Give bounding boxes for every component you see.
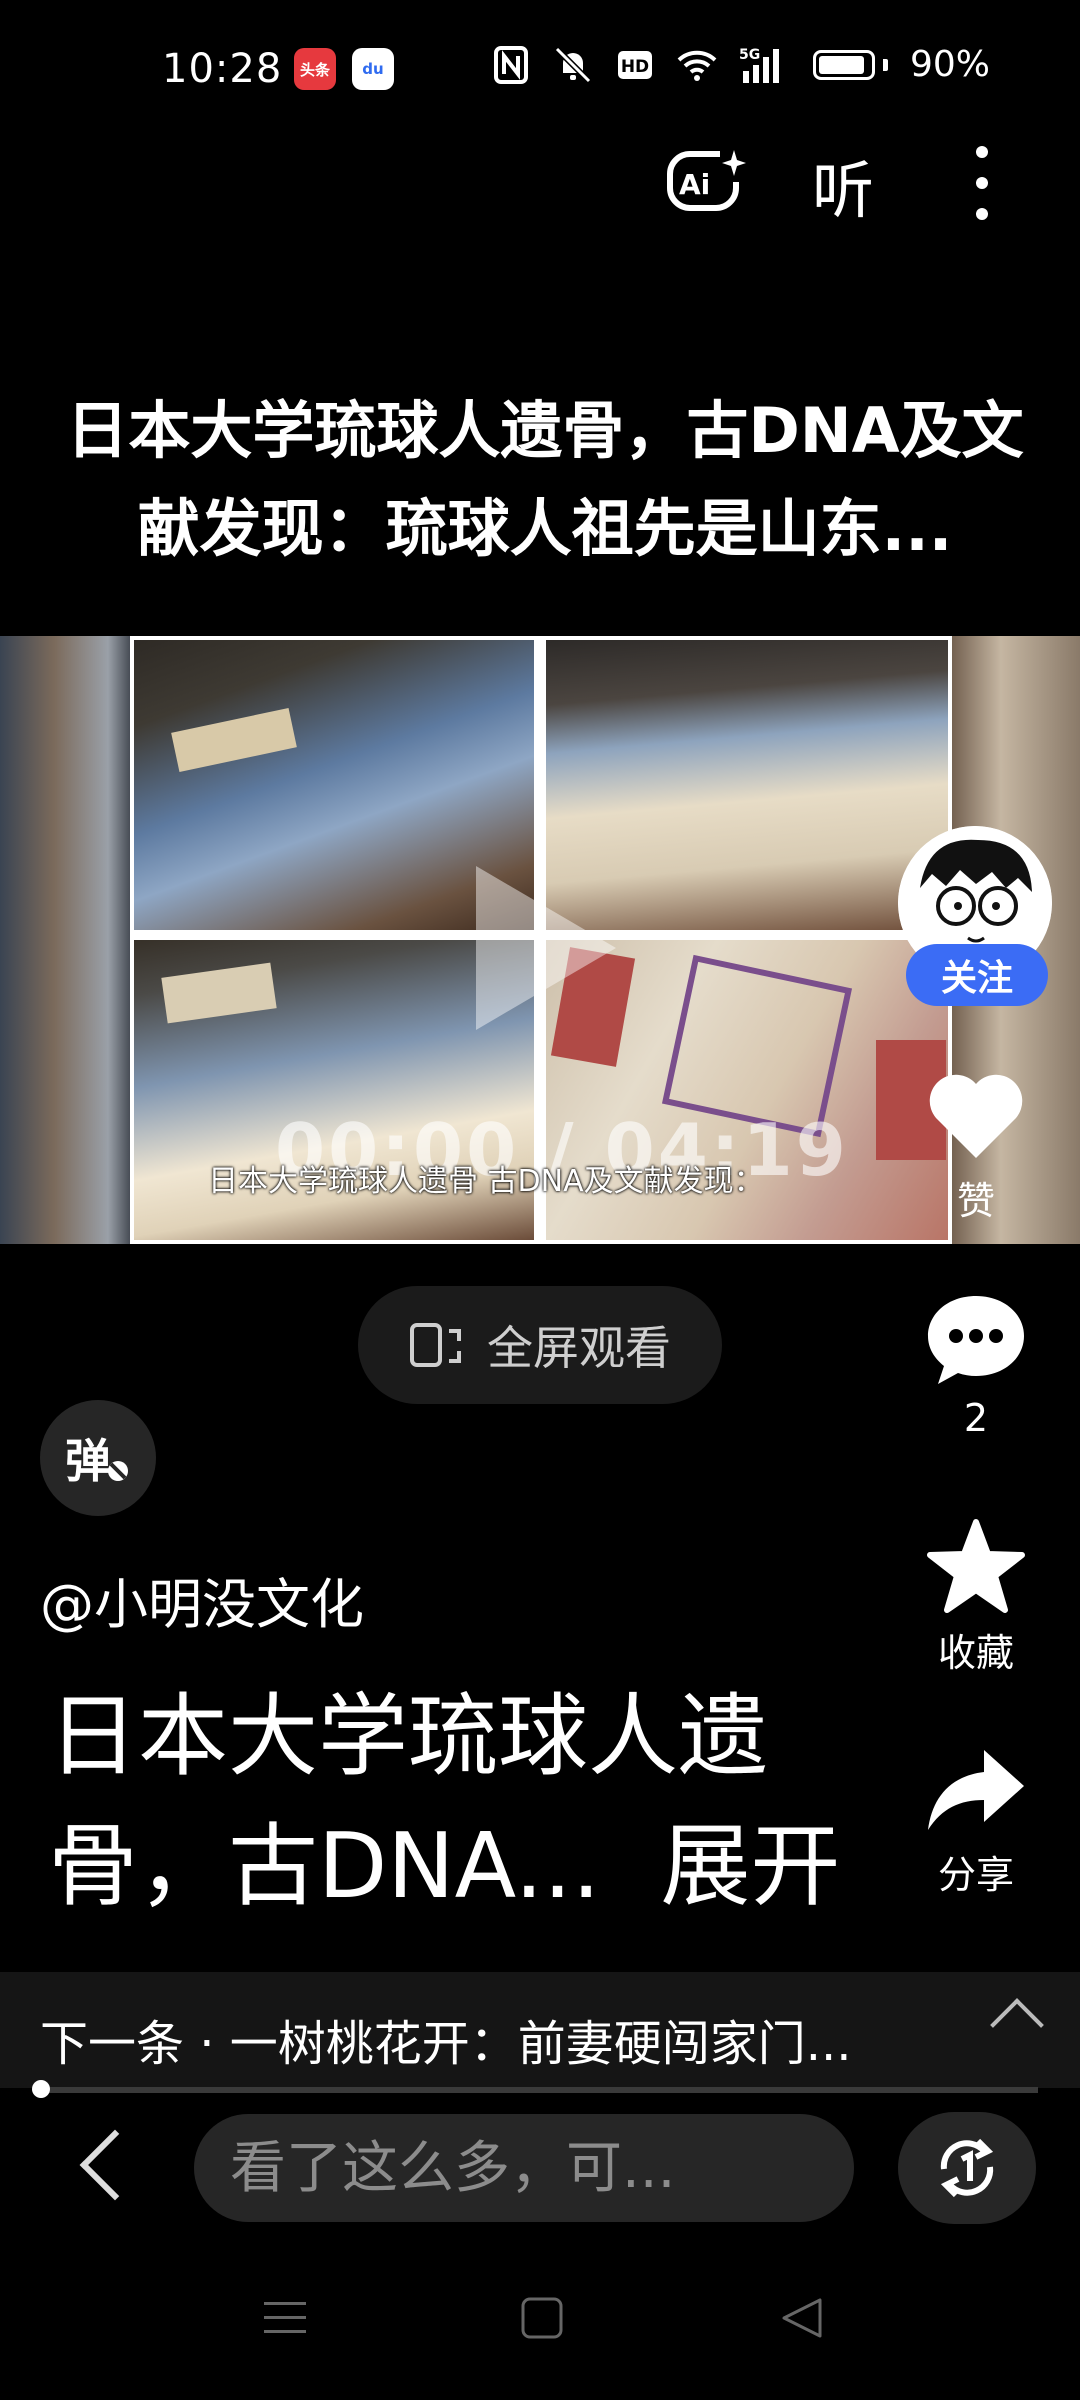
next-video-title: 下一条 · 一树桃花开：前妻硬闯家门... (40, 2016, 852, 2072)
like-label: 赞 (956, 1179, 995, 1223)
comment-button[interactable]: 2 (900, 1292, 1052, 1440)
status-bar: 10:28 头条 du HD 5G 90% (0, 0, 1080, 140)
star-icon (927, 1519, 1025, 1613)
menu-icon[interactable] (262, 2296, 308, 2344)
fullscreen-button[interactable]: 全屏观看 (358, 1286, 722, 1404)
signal-icon: 5G (739, 45, 791, 85)
baidu-app-icon: du (352, 48, 394, 90)
refresh-button[interactable] (898, 2112, 1036, 2224)
chevron-up-icon[interactable] (990, 1998, 1044, 2052)
nfc-icon (491, 45, 531, 85)
progress-handle[interactable] (32, 2080, 50, 2098)
video-subtitle: 日本大学琉球人遗骨 古DNA及文献发现： (208, 1164, 764, 1199)
danmaku-toggle[interactable]: 弹 (40, 1400, 156, 1516)
listen-button[interactable]: 听 (812, 140, 874, 230)
battery-icon (812, 49, 888, 80)
ai-icon: Ai (667, 150, 746, 211)
refresh-icon (940, 2138, 994, 2198)
expand-button[interactable]: 展开 (660, 1814, 840, 1919)
follow-button[interactable]: 关注 (906, 944, 1048, 1006)
svg-text:HD: HD (621, 57, 649, 77)
fullscreen-label: 全屏观看 (487, 1321, 671, 1375)
back-triangle-icon[interactable] (780, 2296, 824, 2344)
share-label: 分享 (937, 1853, 1014, 1897)
description-line: 日本大学琉球人遗 (48, 1684, 768, 1789)
status-icons: HD 5G 90% (491, 44, 990, 85)
hd-icon: HD (615, 45, 655, 85)
post-description[interactable]: 日本大学琉球人遗 骨，古DNA... 展开 (48, 1672, 868, 1932)
mute-icon (553, 45, 593, 85)
comment-input[interactable] (194, 2114, 854, 2222)
video-frame-image (134, 640, 534, 930)
like-button[interactable]: 赞 (900, 1070, 1052, 1225)
battery-percent: 90% (909, 44, 990, 85)
share-icon (928, 1750, 1024, 1830)
fullscreen-icon (410, 1323, 461, 1367)
comment-count: 2 (963, 1396, 989, 1440)
more-icon[interactable] (970, 146, 994, 220)
danmaku-off-icon (108, 1461, 128, 1481)
next-video-bar[interactable]: 下一条 · 一树桃花开：前妻硬闯家门... (0, 1972, 1080, 2088)
progress-track[interactable] (40, 2087, 1038, 2093)
status-time: 10:28 (162, 46, 283, 92)
svg-text:5G: 5G (739, 47, 760, 63)
wifi-icon (677, 45, 717, 85)
comment-icon (928, 1296, 1024, 1384)
favorite-label: 收藏 (937, 1631, 1014, 1675)
svg-text:Ai: Ai (679, 168, 710, 201)
heart-icon (929, 1074, 1023, 1158)
home-icon[interactable] (520, 2296, 564, 2344)
favorite-button[interactable]: 收藏 (900, 1518, 1052, 1677)
toutiao-app-icon: 头条 (294, 48, 336, 90)
ai-button[interactable]: Ai (664, 146, 748, 216)
back-icon[interactable] (79, 2129, 151, 2201)
article-title: 日本大学琉球人遗骨，古DNA及文献发现：琉球人祖先是山东... (66, 394, 1024, 565)
play-icon[interactable] (476, 866, 616, 1030)
description-line: 骨，古DNA... (48, 1814, 601, 1919)
share-button[interactable]: 分享 (900, 1744, 1052, 1899)
author-name[interactable]: @小明没文化 (40, 1560, 364, 1639)
